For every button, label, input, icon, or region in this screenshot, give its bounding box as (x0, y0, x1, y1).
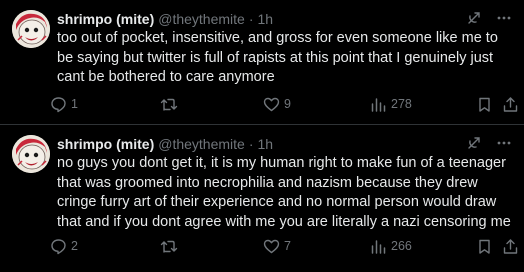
handle[interactable]: @theythemite (158, 135, 245, 153)
timestamp[interactable]: 1h (258, 135, 274, 153)
like-icon (263, 238, 280, 255)
reply-icon (50, 238, 67, 255)
reply-count: 2 (71, 239, 78, 253)
bookmark-button[interactable] (476, 236, 493, 256)
retweet-button[interactable] (160, 94, 182, 114)
tweet-header: shrimpo (mite) @theythemite · 1h (57, 135, 512, 153)
avatar[interactable] (12, 135, 50, 173)
tweet-text: too out of pocket, insensitive, and gros… (57, 30, 498, 85)
reply-button[interactable]: 1 (50, 94, 78, 114)
like-button[interactable]: 9 (263, 94, 291, 114)
view-count: 278 (391, 97, 412, 111)
tweet[interactable]: shrimpo (mite) @theythemite · 1h no guys… (0, 125, 524, 272)
like-icon (263, 96, 280, 113)
separator: · (248, 11, 254, 27)
tweet-actions: 1 9 278 (50, 94, 518, 114)
grok-icon[interactable] (466, 135, 482, 151)
reply-button[interactable]: 2 (50, 236, 78, 256)
share-icon (502, 96, 519, 113)
share-button[interactable] (502, 236, 519, 256)
handle[interactable]: @theythemite (158, 10, 245, 28)
bookmark-icon (476, 96, 493, 113)
tweet-text: no guys you dont get it, it is my human … (57, 155, 511, 230)
bookmark-icon (476, 238, 493, 255)
more-icon[interactable] (496, 135, 512, 151)
reply-icon (50, 96, 67, 113)
bookmark-button[interactable] (476, 94, 493, 114)
display-name[interactable]: shrimpo (mite) (57, 135, 154, 153)
like-count: 7 (284, 239, 291, 253)
view-count: 266 (391, 239, 412, 253)
like-count: 9 (284, 97, 291, 111)
like-button[interactable]: 7 (263, 236, 291, 256)
views-icon (370, 238, 387, 255)
retweet-icon (160, 96, 178, 113)
share-icon (502, 238, 519, 255)
retweet-icon (160, 238, 178, 255)
views-button[interactable]: 266 (370, 236, 412, 256)
more-icon[interactable] (496, 10, 512, 26)
tweet-actions: 2 7 266 (50, 236, 518, 256)
retweet-button[interactable] (160, 236, 182, 256)
tweet[interactable]: shrimpo (mite) @theythemite · 1h too out… (0, 0, 524, 125)
avatar[interactable] (12, 10, 50, 48)
timestamp[interactable]: 1h (258, 10, 274, 28)
separator: · (248, 136, 254, 152)
display-name[interactable]: shrimpo (mite) (57, 10, 154, 28)
views-button[interactable]: 278 (370, 94, 412, 114)
views-icon (370, 96, 387, 113)
tweet-header: shrimpo (mite) @theythemite · 1h (57, 10, 512, 28)
share-button[interactable] (502, 94, 519, 114)
reply-count: 1 (71, 97, 78, 111)
grok-icon[interactable] (466, 10, 482, 26)
